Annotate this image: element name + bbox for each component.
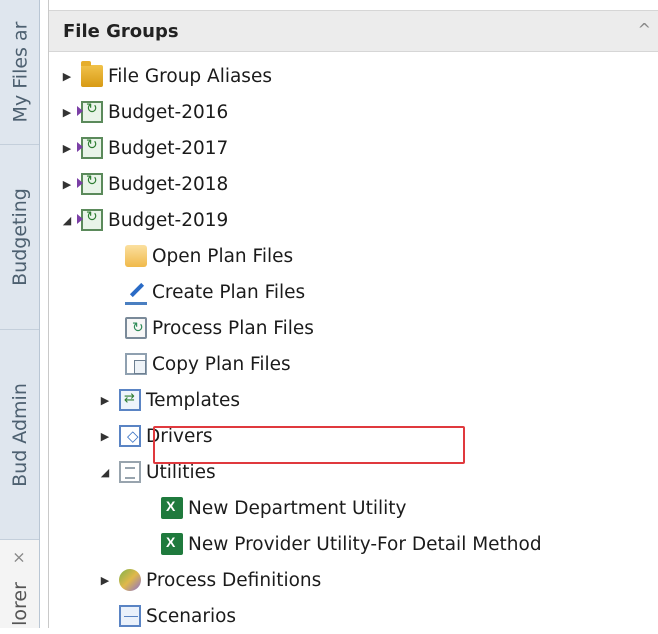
tree-item-budget-2016[interactable]: ▶ Budget-2016 <box>59 94 228 130</box>
file-group-icon <box>77 209 103 231</box>
panel-header[interactable]: File Groups ^ <box>49 10 658 52</box>
file-groups-panel: File Groups ^ ▶ File Group Aliases ▶ Bud… <box>48 0 658 628</box>
tab-bud-admin-label: Bud Admin <box>9 382 32 487</box>
expand-arrow-icon[interactable]: ▶ <box>59 68 75 84</box>
expand-arrow-icon[interactable]: ▶ <box>59 176 75 192</box>
process-plan-icon <box>125 317 147 339</box>
tab-my-files-label: My Files ar <box>9 21 31 123</box>
tree-item-process-plan-files[interactable]: Process Plan Files <box>125 310 314 346</box>
utilities-icon <box>119 461 141 483</box>
tab-explorer-label: lorer <box>9 582 31 626</box>
tree-item-label: File Group Aliases <box>108 65 272 87</box>
excel-icon <box>161 533 183 555</box>
expand-arrow-icon[interactable]: ▶ <box>97 392 113 408</box>
tree-item-label: Process Plan Files <box>152 317 314 339</box>
collapse-arrow-icon[interactable]: ◢ <box>59 212 75 228</box>
tab-strip-divider <box>39 0 40 628</box>
tree-item-budget-2018[interactable]: ▶ Budget-2018 <box>59 166 228 202</box>
tree-item-label: New Department Utility <box>188 497 407 519</box>
tab-explorer[interactable]: × lorer <box>0 540 40 628</box>
tab-budgeting[interactable]: Budgeting <box>0 145 40 330</box>
side-tab-strip: My Files ar Budgeting Bud Admin × lorer <box>0 0 40 628</box>
tree-item-label: Budget-2016 <box>108 101 229 123</box>
file-group-icon <box>77 173 103 195</box>
drivers-icon <box>119 425 141 447</box>
expand-arrow-icon[interactable]: ▶ <box>59 104 75 120</box>
file-group-icon <box>77 101 103 123</box>
tree-item-templates[interactable]: ▶ Templates <box>97 382 240 418</box>
tree-item-file-group-aliases[interactable]: ▶ File Group Aliases <box>59 58 272 94</box>
tree-item-label: New Provider Utility-For Detail Method <box>188 533 542 555</box>
excel-icon <box>161 497 183 519</box>
file-group-icon <box>77 137 103 159</box>
tab-close-icon[interactable]: × <box>9 551 28 564</box>
collapse-arrow-icon[interactable]: ◢ <box>97 464 113 480</box>
tree-item-label: Copy Plan Files <box>152 353 291 375</box>
scenarios-icon <box>119 605 141 627</box>
tab-budgeting-label: Budgeting <box>9 188 31 286</box>
folder-icon <box>81 61 103 87</box>
tab-bud-admin[interactable]: Bud Admin <box>0 330 40 540</box>
tree-item-open-plan-files[interactable]: Open Plan Files <box>125 238 293 274</box>
tree-item-label: Templates <box>146 389 241 411</box>
tree-item-copy-plan-files[interactable]: Copy Plan Files <box>125 346 291 382</box>
tree-item-label: Scenarios <box>146 605 237 627</box>
expand-arrow-icon[interactable]: ▶ <box>59 140 75 156</box>
selection-highlight-box <box>153 426 465 464</box>
tree-item-scenarios[interactable]: Scenarios <box>119 598 236 634</box>
tree-item-label: Create Plan Files <box>152 281 306 303</box>
copy-plan-icon <box>125 353 147 375</box>
open-folder-icon <box>125 245 147 267</box>
tree-item-label: Budget-2018 <box>108 173 229 195</box>
tree-item-create-plan-files[interactable]: Create Plan Files <box>125 274 305 310</box>
tree-item-label: Process Definitions <box>146 569 322 591</box>
create-plan-icon <box>125 280 147 305</box>
process-definitions-icon <box>119 569 141 591</box>
expand-arrow-icon[interactable]: ▶ <box>97 572 113 588</box>
tree-item-label: Budget-2019 <box>108 209 229 231</box>
tab-my-files[interactable]: My Files ar <box>0 0 40 145</box>
tree-item-new-department-utility[interactable]: New Department Utility <box>161 490 406 526</box>
tree-item-budget-2019[interactable]: ◢ Budget-2019 <box>59 202 228 238</box>
tree-item-label: Open Plan Files <box>152 245 294 267</box>
tree-item-process-definitions[interactable]: ▶ Process Definitions <box>97 562 321 598</box>
tree-item-new-provider-utility[interactable]: New Provider Utility-For Detail Method <box>161 526 542 562</box>
tree-item-budget-2017[interactable]: ▶ Budget-2017 <box>59 130 228 166</box>
panel-title: File Groups <box>63 21 179 42</box>
tree-item-label: Utilities <box>146 461 216 483</box>
expand-arrow-icon[interactable]: ▶ <box>97 428 113 444</box>
templates-icon <box>119 389 141 411</box>
collapse-chevron-icon[interactable]: ^ <box>638 20 651 39</box>
tree-item-label: Budget-2017 <box>108 137 229 159</box>
